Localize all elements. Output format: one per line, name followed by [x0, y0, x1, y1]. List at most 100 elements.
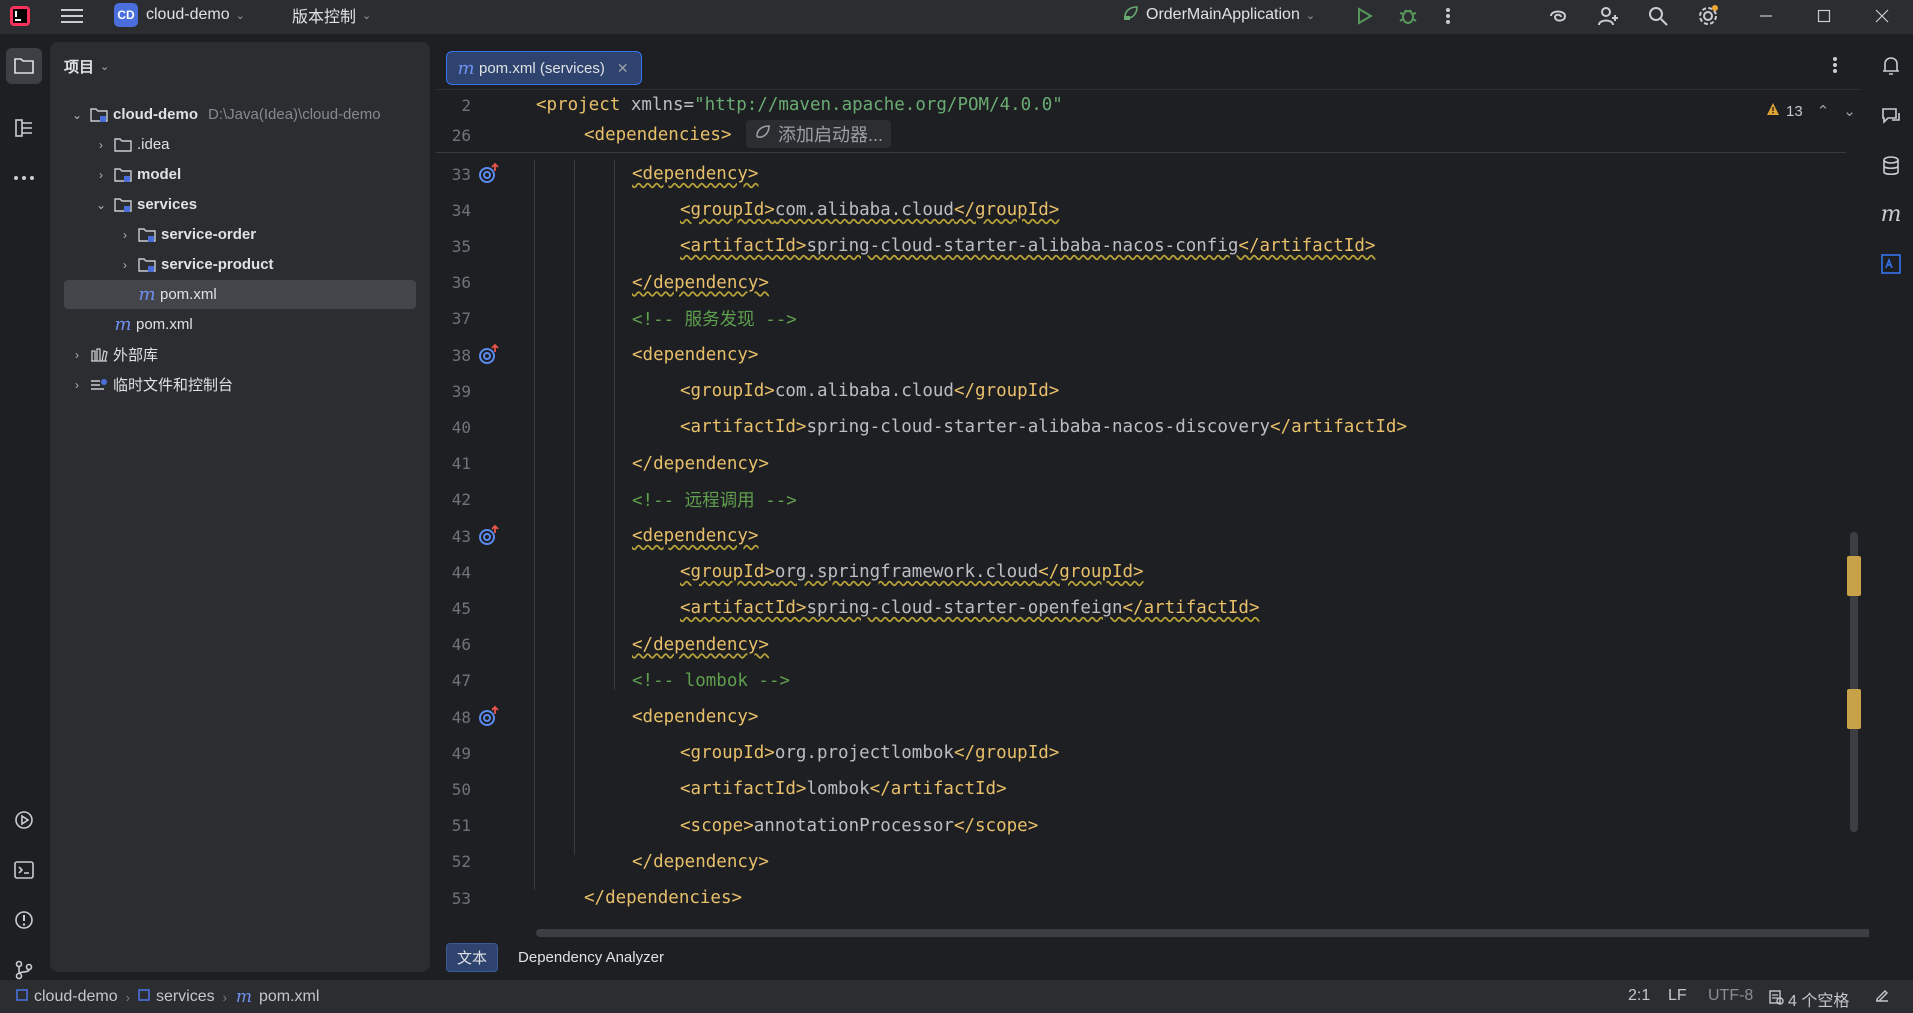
run-config-selector[interactable]: OrderMainApplication ⌄	[1122, 0, 1315, 30]
code-line[interactable]: 39 <groupId>com.alibaba.cloud</groupId>	[436, 373, 1846, 409]
code-token: <!-- lombok -->	[632, 670, 791, 691]
chevron-down-icon[interactable]: ⌄	[1843, 102, 1856, 120]
database-icon[interactable]	[1875, 150, 1907, 182]
code-line[interactable]: 38 <dependency>	[436, 337, 1846, 373]
services-tool-icon[interactable]	[6, 802, 42, 838]
dependency-gutter-icon[interactable]	[476, 342, 502, 368]
line-number: 38	[451, 345, 471, 365]
tab-text[interactable]: 文本	[446, 942, 499, 972]
breadcrumb-item[interactable]: services	[156, 988, 215, 1006]
tree-item-model[interactable]: › model	[64, 160, 416, 189]
breadcrumb-item[interactable]: pom.xml	[259, 988, 319, 1006]
minimize-window-icon[interactable]	[1754, 4, 1778, 28]
maximize-window-icon[interactable]	[1812, 4, 1836, 28]
structure-tool-icon[interactable]	[6, 110, 42, 146]
chevron-right-icon[interactable]: ›	[118, 258, 132, 272]
code-line[interactable]: 40 <artifactId>spring-cloud-starter-aliba…	[436, 409, 1846, 445]
tree-item-services[interactable]: ⌄ services	[64, 190, 416, 219]
chevron-right-icon[interactable]: ›	[118, 228, 132, 242]
code-line[interactable]: 51 <scope>annotationProcessor</scope>	[436, 808, 1846, 844]
tab-dependency-analyzer[interactable]: Dependency Analyzer	[508, 946, 674, 969]
close-window-icon[interactable]	[1870, 4, 1894, 28]
code-line[interactable]: 52 </dependency>	[436, 844, 1846, 880]
tree-item-service-product[interactable]: › service-product	[64, 250, 416, 279]
code-line[interactable]: 48 <dependency>	[436, 699, 1846, 735]
vcs-menu[interactable]: 版本控制 ⌄	[292, 0, 371, 30]
code-line[interactable]: 33 <dependency>	[436, 156, 1846, 192]
tree-item-cloud-demo[interactable]: ⌄ cloud-demo D:\Java(Idea)\cloud-demo	[64, 100, 416, 129]
chevron-right-icon[interactable]: ›	[94, 168, 108, 182]
code-line[interactable]: 50 <artifactId>lombok</artifactId>	[436, 771, 1846, 807]
search-icon[interactable]	[1646, 4, 1670, 28]
code-token: </scope>	[953, 815, 1039, 836]
more-actions-icon[interactable]	[1436, 4, 1460, 28]
sticky-line[interactable]: 26 <dependencies>	[436, 120, 1846, 150]
line-source: <artifactId>spring-cloud-starter-alibaba…	[680, 417, 1407, 437]
code-area[interactable]: 2 <project xmlns="http://maven.apache.org…	[436, 90, 1846, 960]
code-line[interactable]: 44 <groupId>org.springframework.cloud</gr…	[436, 554, 1846, 590]
code-line[interactable]: 36 </dependency>	[436, 265, 1846, 301]
dependency-gutter-icon[interactable]	[476, 704, 502, 730]
settings-gear-icon[interactable]	[1696, 4, 1720, 28]
tree-item-external-libraries[interactable]: › 外部库	[64, 340, 416, 369]
code-line[interactable]: 41 </dependency>	[436, 446, 1846, 482]
caret-position[interactable]: 2:1	[1628, 987, 1650, 1005]
close-tab-icon[interactable]: ✕	[617, 60, 629, 77]
project-tool-icon[interactable]	[6, 48, 42, 84]
notifications-bell-icon[interactable]	[1875, 50, 1907, 82]
code-line[interactable]: 47 <!-- lombok -->	[436, 663, 1846, 699]
project-panel-header[interactable]: 项目 ⌄	[64, 56, 109, 77]
main-menu-icon[interactable]	[60, 4, 84, 28]
dependency-gutter-icon[interactable]	[476, 523, 502, 549]
project-switcher[interactable]: CD cloud-demo ⌄	[114, 0, 245, 30]
tree-item-idea[interactable]: › .idea	[64, 130, 416, 159]
file-encoding[interactable]: UTF-8	[1708, 987, 1753, 1005]
intellij-logo-icon[interactable]	[8, 4, 32, 28]
translate-tool-icon[interactable]	[1875, 248, 1907, 280]
tree-item-root-pom[interactable]: m pom.xml	[64, 310, 416, 339]
code-line[interactable]: 37 <!-- 服务发现 -->	[436, 301, 1846, 337]
chevron-down-icon[interactable]: ⌄	[94, 198, 108, 212]
code-line[interactable]: 35 <artifactId>spring-cloud-starter-aliba…	[436, 228, 1846, 264]
warnings-indicator[interactable]: 13 ⌃ ⌄	[1766, 102, 1856, 120]
add-starter-hint[interactable]: 添加启动器...	[746, 120, 892, 148]
breadcrumb-item[interactable]: cloud-demo	[34, 988, 118, 1006]
dependency-gutter-icon[interactable]	[476, 161, 502, 187]
warning-stripe-marker[interactable]	[1847, 556, 1861, 596]
sticky-line[interactable]: 2 <project xmlns="http://maven.apache.org…	[436, 90, 1846, 120]
warning-stripe-marker[interactable]	[1847, 689, 1861, 729]
problems-tool-icon[interactable]	[6, 902, 42, 938]
ai-chat-icon[interactable]	[1875, 100, 1907, 132]
chevron-right-icon[interactable]: ›	[70, 348, 84, 362]
chevron-up-icon[interactable]: ⌃	[1817, 102, 1830, 120]
indent-setting[interactable]: 4 个空格	[1768, 987, 1849, 1011]
run-icon[interactable]	[1352, 4, 1376, 28]
code-line[interactable]: 45 <artifactId>spring-cloud-starter-openf…	[436, 590, 1846, 626]
add-user-icon[interactable]	[1596, 4, 1620, 28]
tab-pom-services[interactable]: m pom.xml (services) ✕	[446, 51, 642, 85]
code-token: spring-cloud-starter-alibaba-nacos-disco…	[806, 417, 1271, 438]
line-separator[interactable]: LF	[1668, 987, 1687, 1005]
chevron-down-icon[interactable]: ⌄	[70, 108, 84, 122]
ai-assistant-icon[interactable]	[1546, 4, 1570, 28]
tree-item-scratches[interactable]: › 临时文件和控制台	[64, 370, 416, 399]
project-panel: 项目 ⌄ ⌄ cloud-demo D:\Java(Idea)\cloud-de…	[50, 42, 430, 972]
tab-options-icon[interactable]	[1832, 56, 1838, 78]
more-tools-icon[interactable]	[6, 160, 42, 196]
code-line[interactable]: 43 <dependency>	[436, 518, 1846, 554]
chevron-right-icon[interactable]: ›	[94, 138, 108, 152]
terminal-tool-icon[interactable]	[6, 852, 42, 888]
code-line[interactable]: 53 </dependencies>	[436, 880, 1846, 916]
code-line[interactable]: 49 <groupId>org.projectlombok</groupId>	[436, 735, 1846, 771]
tree-item-services-pom[interactable]: m pom.xml	[64, 280, 416, 309]
chevron-right-icon[interactable]: ›	[70, 378, 84, 392]
tree-item-label: 临时文件和控制台	[113, 377, 234, 394]
horizontal-scrollbar[interactable]	[536, 929, 1896, 937]
read-only-toggle-icon[interactable]	[1874, 987, 1890, 1003]
maven-tool-icon[interactable]: m	[1875, 198, 1907, 230]
code-line[interactable]: 34 <groupId>com.alibaba.cloud</groupId>	[436, 192, 1846, 228]
tree-item-service-order[interactable]: › service-order	[64, 220, 416, 249]
code-line[interactable]: 42 <!-- 远程调用 -->	[436, 482, 1846, 518]
code-line[interactable]: 46 </dependency>	[436, 627, 1846, 663]
debug-icon[interactable]	[1396, 4, 1420, 28]
